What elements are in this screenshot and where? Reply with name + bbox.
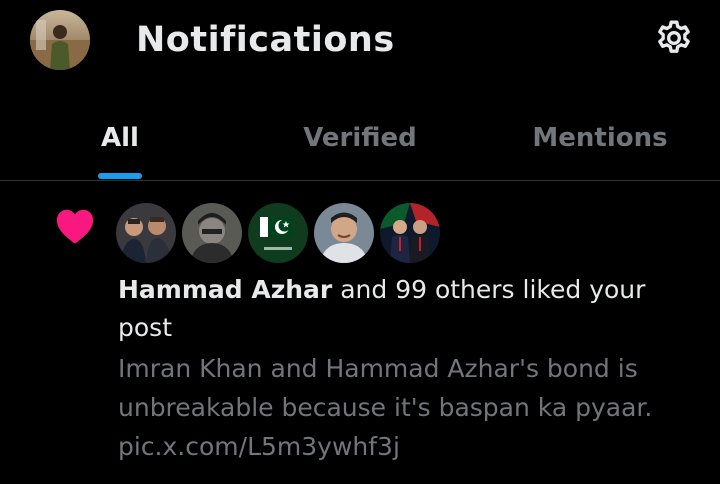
profile-avatar[interactable] bbox=[30, 10, 90, 70]
settings-button[interactable] bbox=[652, 16, 696, 60]
post-link[interactable]: pic.x.com/L5m3ywhf3j bbox=[118, 427, 698, 466]
liker-avatar[interactable] bbox=[314, 203, 374, 263]
liker-avatar[interactable] bbox=[116, 203, 176, 263]
actor-name[interactable]: Hammad Azhar bbox=[118, 275, 332, 304]
notification-tabs: All Verified Mentions bbox=[0, 100, 720, 180]
tab-mentions[interactable]: Mentions bbox=[480, 100, 720, 180]
notification-item[interactable]: Hammad Azhar and 99 others liked your po… bbox=[0, 181, 720, 484]
gear-icon bbox=[658, 20, 690, 53]
tab-all[interactable]: All bbox=[0, 100, 240, 180]
liker-avatar[interactable] bbox=[248, 203, 308, 263]
page-title: Notifications bbox=[136, 20, 395, 60]
liker-avatar[interactable] bbox=[380, 203, 440, 263]
tab-label: All bbox=[101, 123, 139, 153]
post-text-line: unbreakable because it's baspan ka pyaar… bbox=[118, 393, 653, 422]
header: Notifications bbox=[0, 0, 720, 90]
tab-label: Mentions bbox=[532, 123, 668, 153]
post-preview[interactable]: Imran Khan and Hammad Azhar's bond is un… bbox=[118, 349, 698, 466]
tab-verified[interactable]: Verified bbox=[240, 100, 480, 180]
tab-label: Verified bbox=[303, 123, 417, 153]
post-text-line: Imran Khan and Hammad Azhar's bond is bbox=[118, 354, 638, 383]
notification-text: Hammad Azhar and 99 others liked your po… bbox=[118, 271, 678, 347]
active-tab-indicator bbox=[98, 173, 142, 179]
heart-icon bbox=[56, 209, 94, 244]
liker-avatar[interactable] bbox=[182, 203, 242, 263]
